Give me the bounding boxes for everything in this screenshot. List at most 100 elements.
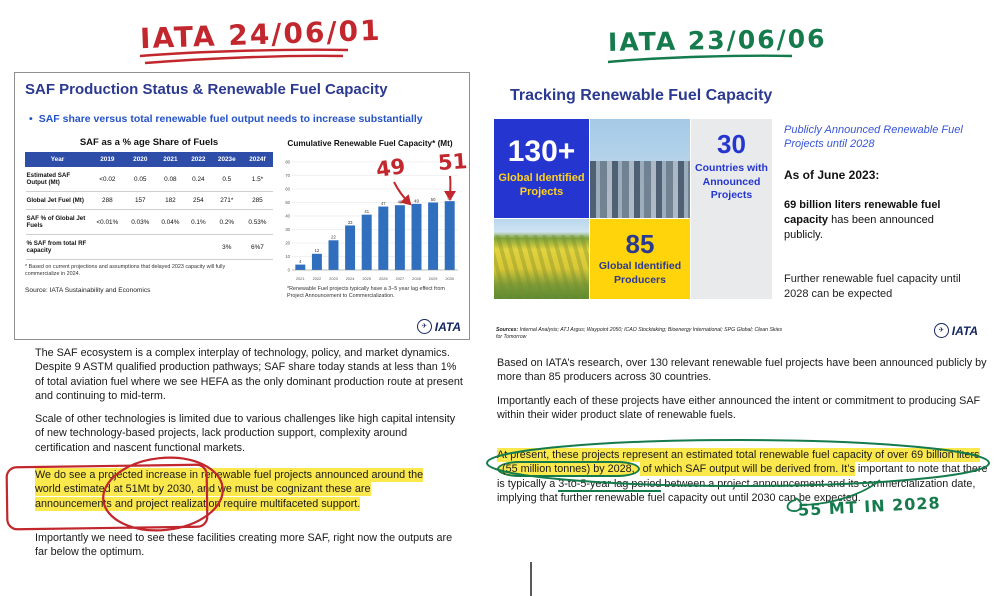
table-cell: 0.04% [155, 209, 186, 235]
bar-value-label: 47 [381, 201, 386, 206]
x-tick-label: 2022 [313, 276, 322, 281]
sources-list: Internal Analysis; ATJ Argus; Waypoint 2… [496, 326, 783, 340]
bullet-dot-icon: • [29, 113, 33, 125]
red-underline [144, 54, 344, 65]
iata-logo-icon: ✈ [933, 323, 949, 338]
bar [328, 240, 339, 270]
iata-logo-text: IATA [434, 319, 461, 334]
table-cell: 0.5 [211, 166, 243, 192]
x-tick-label: 2030 [445, 276, 454, 281]
stat-projects-value: 130+ [507, 135, 576, 169]
highlighted-text: At present, these projects represent an … [497, 448, 980, 462]
table-col-header: 2021 [154, 152, 186, 167]
handwritten-date-right: IATA 23/06/06 [607, 24, 827, 57]
red-underline [139, 48, 349, 58]
y-tick-label: 60 [285, 187, 290, 192]
bar [295, 264, 306, 270]
x-tick-label: 2026 [379, 276, 388, 281]
stat-producers-value: 85 [625, 229, 655, 260]
x-tick-label: 2023 [329, 276, 338, 281]
bar [361, 214, 372, 270]
table-cell [125, 234, 156, 260]
left-paragraph-1: The SAF ecosystem is a complex interplay… [35, 347, 463, 403]
bar-value-label: 48 [398, 200, 403, 205]
capacity-chart-title: Cumulative Renewable Fuel Capacity* (Mt) [287, 139, 453, 148]
bar [311, 253, 322, 270]
green-underlined-text: 3-to-5-year lag period [558, 477, 662, 492]
bar-value-label: 49 [414, 198, 419, 203]
bar [394, 205, 405, 270]
y-tick-label: 70 [285, 173, 290, 178]
left-slide-bullet: • SAF share versus total renewable fuel … [29, 113, 459, 125]
highlighted-text: of which SAF output will be derived from… [639, 462, 855, 477]
stat-grid: 130+ Global Identified Projects 30 Count… [494, 119, 772, 299]
iata-logo: ✈ IATA [933, 323, 978, 338]
x-tick-label: 2024 [346, 276, 355, 281]
table-cell: 0.1% [185, 209, 212, 235]
bar-value-label: 22 [331, 235, 336, 240]
bar-value-label: 51 [447, 196, 452, 201]
table-cell [89, 234, 126, 260]
left-slide: SAF Production Status & Renewable Fuel C… [14, 72, 470, 340]
x-tick-label: 2025 [362, 276, 371, 281]
stat-producers-label: Global Identified Producers [598, 260, 682, 286]
y-tick-label: 50 [285, 200, 290, 205]
bar [411, 203, 422, 270]
bar [428, 202, 439, 270]
saf-table-column: SAF as a % age Share of Fuels Year 2019 20… [25, 137, 274, 295]
highlighted-text: We do see a projected increase in renewa… [35, 468, 424, 511]
bar [444, 201, 455, 270]
y-tick-label: 10 [285, 254, 290, 259]
table-cell [185, 234, 212, 260]
right-slide-sidebar: Publicly Announced Renewable Fuel Projec… [784, 123, 982, 303]
table-cell: 0.53% [242, 209, 273, 235]
bar-value-label: 33 [348, 220, 353, 225]
row-label: Estimated SAF Output (Mt) [25, 166, 90, 192]
y-tick-label: 40 [285, 214, 290, 219]
table-col-header: 2023e [210, 152, 243, 167]
as-of-date: As of June 2023: [784, 167, 880, 182]
table-cell: 6%7 [242, 234, 273, 260]
table-cell [155, 234, 186, 260]
table-cell: 3% [211, 234, 243, 260]
right-paragraph-1: Based on IATA’s research, over 130 relev… [497, 357, 987, 384]
further-capacity-note: Further renewable fuel capacity until 20… [784, 272, 961, 301]
table-col-header: 2022 [184, 152, 212, 167]
row-label: Global Jet Fuel (Mt) [25, 191, 90, 210]
stat-projects-box: 130+ Global Identified Projects [494, 119, 589, 218]
sources-line: Sources: Internal Analysis; ATJ Argus; W… [496, 327, 786, 341]
capacity-chart-footnote: *Renewable Fuel projects typically have … [287, 286, 445, 300]
left-slide-title: SAF Production Status & Renewable Fuel C… [25, 81, 388, 98]
left-slide-bullet-text: SAF share versus total renewable fuel ou… [38, 113, 423, 125]
table-cell: 254 [185, 191, 212, 210]
bar-value-label: 4 [299, 259, 302, 264]
table-header-row: Year 2019 2020 2021 2022 2023e 2024f [25, 152, 274, 167]
table-cell: 288 [89, 191, 126, 210]
bird-icon: ✈ [421, 323, 428, 330]
table-col-header: 2019 [89, 152, 126, 167]
green-circled-text: (55 million tonnes) by 2028, [497, 461, 640, 478]
right-slide-title: Tracking Renewable Fuel Capacity [510, 87, 773, 104]
table-col-header: Year [25, 152, 90, 167]
saf-table-source: Source: IATA Sustainability and Economic… [25, 287, 151, 295]
bar [345, 225, 356, 270]
capacity-bar-chart: 0102030405060708042021122022222023332024… [285, 160, 458, 281]
left-paragraph-4: Importantly we need to see these facilit… [35, 532, 453, 559]
capacity-chart-column: Cumulative Renewable Fuel Capacity* (Mt)… [279, 137, 461, 300]
right-paragraph-annotated: At present, these projects represent an … [497, 448, 989, 505]
table-row: Global Jet Fuel (Mt) 288 157 182 254 271* 285 [25, 191, 273, 210]
stat-projects-label: Global Identified Projects [498, 172, 585, 198]
x-tick-label: 2021 [296, 276, 305, 281]
left-slide-columns: SAF as a % age Share of Fuels Year 2019 20… [25, 137, 459, 300]
left-paragraph-2: Scale of other technologies is limited d… [35, 413, 456, 454]
city-aerial-photo [590, 119, 690, 218]
row-label: % SAF from total RF capacity [25, 234, 90, 260]
table-cell: 0.2% [211, 209, 243, 235]
bar-value-label: 12 [315, 248, 320, 253]
table-cell: 0.03% [125, 209, 156, 235]
capacity-fact: 69 billion liters renewable fuel capacit… [784, 198, 966, 244]
table-col-header: 2024f [241, 152, 274, 167]
left-paragraph-highlighted: We do see a projected increase in renewa… [35, 468, 435, 511]
table-cell: <0.02 [89, 166, 126, 192]
stat-producers-box: 85 Global Identified Producers [590, 219, 690, 299]
